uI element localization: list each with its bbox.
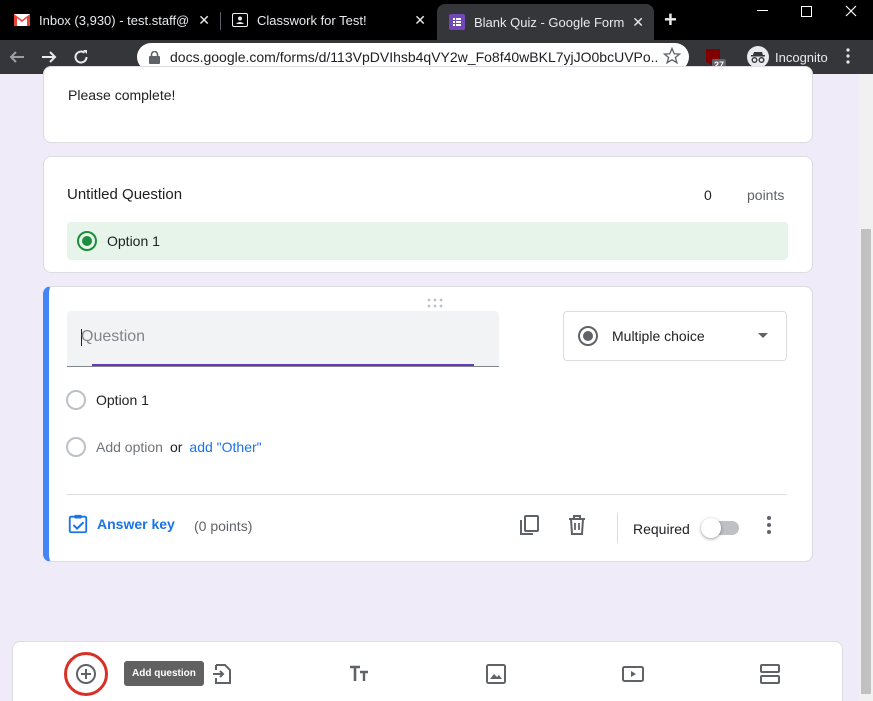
gmail-icon <box>14 12 30 28</box>
card-divider <box>67 494 787 495</box>
radio-type-icon <box>578 326 598 346</box>
question-input[interactable] <box>81 328 481 346</box>
incognito-icon <box>747 46 769 68</box>
browser-tab-bar: Inbox (3,930) - test.staff@pin ✕ Classwo… <box>0 0 873 40</box>
form-bottom-toolbar: Add question <box>12 641 843 701</box>
card-footer: Answer key (0 points) Required <box>67 513 787 543</box>
add-image-icon[interactable] <box>484 662 508 686</box>
question-input-container[interactable] <box>67 311 499 367</box>
add-other-button[interactable]: add "Other" <box>189 439 261 455</box>
question-type-dropdown[interactable]: Multiple choice <box>563 311 787 361</box>
tab-separator <box>220 12 221 30</box>
question-card-collapsed[interactable]: Untitled Question 0 points Option 1 <box>43 156 813 273</box>
add-title-icon[interactable] <box>348 662 372 686</box>
question-card-active[interactable]: Multiple choice Option 1 Add option or a… <box>43 286 813 562</box>
page-scrollbar[interactable] <box>859 74 873 701</box>
import-questions-icon[interactable] <box>210 662 234 686</box>
required-toggle[interactable] <box>701 518 739 538</box>
add-question-icon[interactable] <box>74 662 98 686</box>
option-label[interactable]: Option 1 <box>96 392 149 408</box>
back-icon[interactable] <box>6 46 28 68</box>
duplicate-icon[interactable] <box>517 513 541 537</box>
minimize-icon[interactable] <box>740 0 784 22</box>
question-points-value: 0 <box>704 187 712 203</box>
close-icon[interactable]: ✕ <box>632 14 644 31</box>
forms-icon <box>449 14 465 30</box>
form-description-card[interactable]: Please complete! <box>43 66 813 143</box>
delete-icon[interactable] <box>565 513 589 537</box>
required-label: Required <box>633 521 690 537</box>
extension-icon[interactable]: 27 <box>704 48 726 70</box>
add-section-icon[interactable] <box>758 662 782 686</box>
window-close-icon[interactable] <box>829 0 873 22</box>
browser-menu-icon[interactable] <box>846 48 850 69</box>
correct-option-label: Option 1 <box>107 233 160 249</box>
new-tab-button[interactable]: + <box>664 8 677 32</box>
lock-icon[interactable] <box>149 50 160 64</box>
question-type-label: Multiple choice <box>612 328 705 344</box>
tab-gmail[interactable]: Inbox (3,930) - test.staff@pin ✕ <box>14 0 220 40</box>
add-option-row: Add option or add "Other" <box>66 437 262 457</box>
footer-separator <box>617 513 618 543</box>
tab-forms-title: Blank Quiz - Google Forms <box>474 14 624 30</box>
option-row[interactable]: Option 1 <box>66 390 149 410</box>
scrollbar-thumb[interactable] <box>861 229 871 694</box>
add-option-button[interactable]: Add option <box>96 439 163 455</box>
add-question-tooltip: Add question <box>124 661 204 686</box>
add-video-icon[interactable] <box>621 662 645 686</box>
reload-icon[interactable] <box>70 46 92 68</box>
tab-classroom[interactable]: Classwork for Test! ✕ <box>232 0 436 40</box>
question-title: Untitled Question <box>67 186 183 203</box>
forward-icon[interactable] <box>38 46 60 68</box>
answer-key-icon <box>68 514 88 534</box>
radio-unchecked-icon <box>66 437 86 457</box>
close-icon[interactable]: ✕ <box>198 12 210 29</box>
tab-gmail-title: Inbox (3,930) - test.staff@pin <box>39 12 189 28</box>
classroom-icon <box>232 12 248 28</box>
dropdown-arrow-icon <box>758 333 768 338</box>
answer-key-label: Answer key <box>97 516 175 532</box>
answer-key-points: (0 points) <box>194 518 253 534</box>
maximize-icon[interactable] <box>784 0 828 22</box>
more-options-icon[interactable] <box>757 513 781 542</box>
tab-forms[interactable]: Blank Quiz - Google Forms ✕ <box>437 4 654 40</box>
radio-unchecked-icon <box>66 390 86 410</box>
tab-classroom-title: Classwork for Test! <box>257 12 367 28</box>
focus-underline <box>92 364 474 366</box>
url-text: docs.google.com/forms/d/113VpDVIhsb4qVY2… <box>170 49 658 65</box>
close-icon[interactable]: ✕ <box>414 12 426 29</box>
form-description: Please complete! <box>68 87 176 103</box>
incognito-label: Incognito <box>775 49 828 65</box>
or-text: or <box>169 439 183 455</box>
correct-option-row: Option 1 <box>67 222 788 260</box>
answer-key-button[interactable]: Answer key <box>67 513 175 535</box>
radio-checked-icon <box>77 231 97 251</box>
question-points-label: points <box>747 187 785 203</box>
